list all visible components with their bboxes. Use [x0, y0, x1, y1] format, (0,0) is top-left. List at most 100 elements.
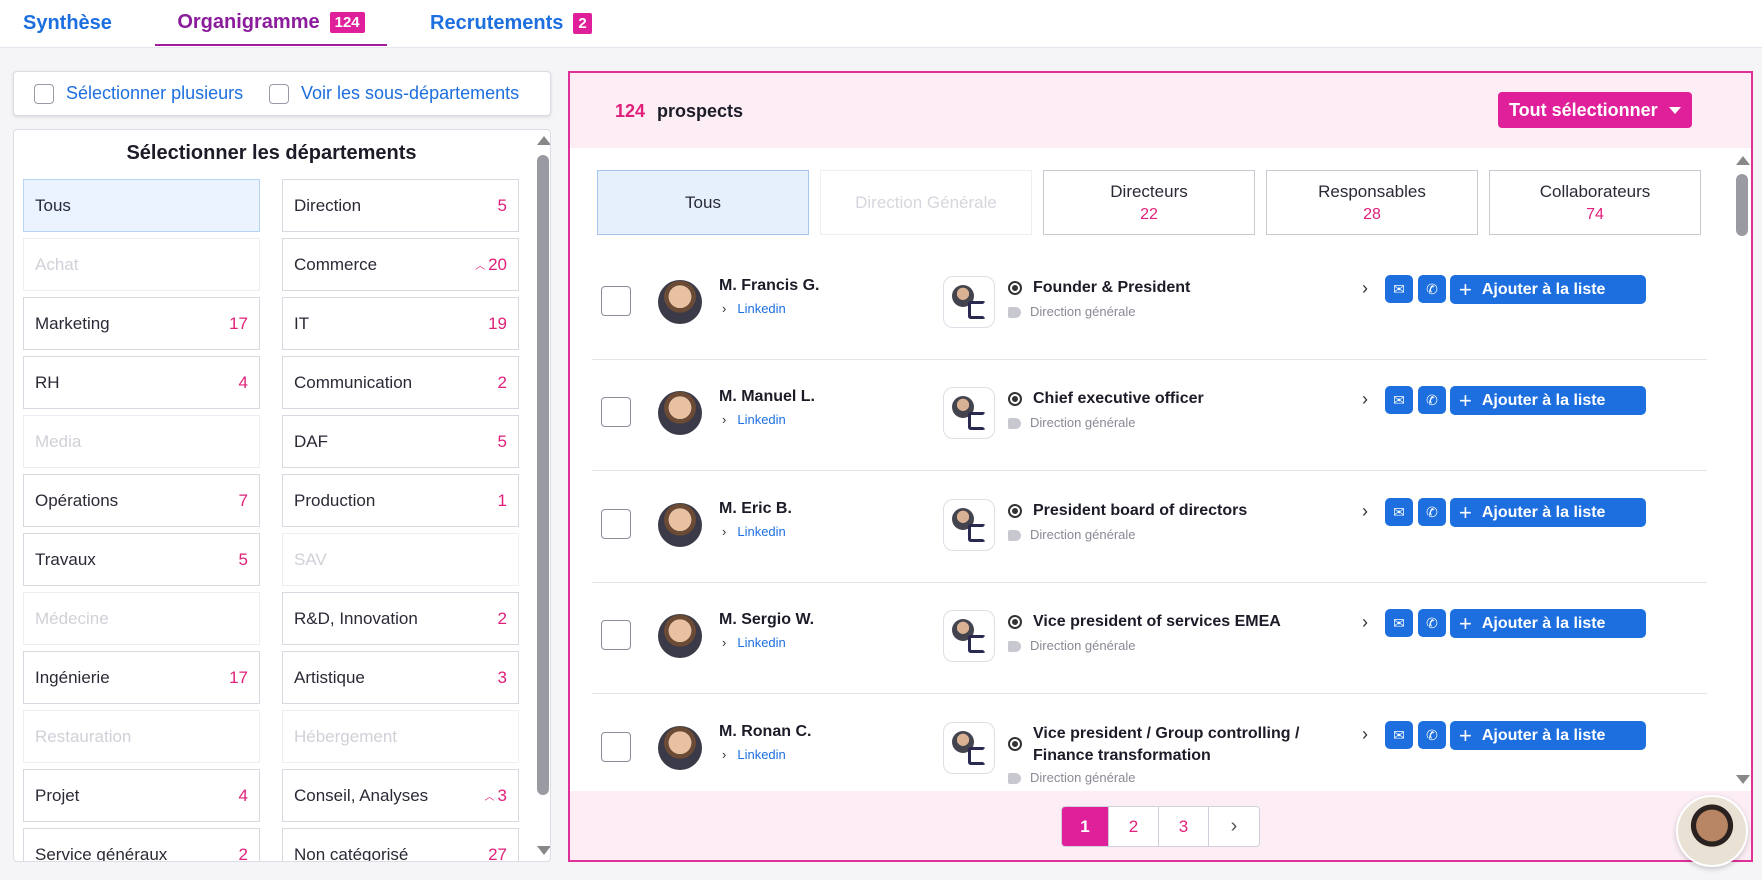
select-multiple-label: Sélectionner plusieurs: [66, 83, 244, 103]
scroll-up-arrow-icon[interactable]: [537, 136, 550, 145]
department-communication[interactable]: Communication 2: [282, 356, 519, 409]
page-1-button[interactable]: 1: [1062, 807, 1109, 846]
department-count: 2: [497, 372, 507, 392]
add-to-list-label: Ajouter à la liste: [1481, 614, 1606, 632]
scroll-up-arrow-icon[interactable]: [1736, 156, 1750, 165]
row-checkbox[interactable]: [601, 286, 631, 316]
linkedin-link[interactable]: › Linkedin: [722, 412, 786, 427]
row-expand-chevron-icon[interactable]: ›: [1362, 389, 1368, 410]
show-subdepartments-checkbox[interactable]: [269, 83, 289, 104]
email-button[interactable]: ✉: [1385, 609, 1413, 637]
department-projet[interactable]: Projet 4: [23, 769, 260, 822]
next-page-chevron-icon[interactable]: ›: [1209, 807, 1259, 846]
scroll-down-arrow-icon[interactable]: [1736, 775, 1750, 784]
select-all-label: Tout sélectionner: [1509, 99, 1658, 120]
scroll-thumb[interactable]: [537, 155, 549, 795]
email-button[interactable]: ✉: [1385, 721, 1413, 749]
tag-icon: [1008, 307, 1021, 318]
tab-synthese[interactable]: Synthèse: [23, 0, 112, 47]
department-count: 20: [488, 254, 507, 274]
row-expand-chevron-icon[interactable]: ›: [1362, 278, 1368, 299]
prospects-scrollbar[interactable]: [1733, 148, 1751, 791]
page-3-button[interactable]: 3: [1159, 807, 1209, 846]
department-daf[interactable]: DAF 5: [282, 415, 519, 468]
select-all-dropdown-button[interactable]: Tout sélectionner: [1498, 92, 1692, 128]
phone-button[interactable]: ✆: [1418, 721, 1446, 749]
row-expand-chevron-icon[interactable]: ›: [1362, 612, 1368, 633]
prospect-row: M. Francis G. › Linkedin Founder & Presid…: [592, 249, 1707, 360]
add-to-list-label: Ajouter à la liste: [1481, 503, 1606, 521]
department-travaux[interactable]: Travaux 5: [23, 533, 260, 586]
prospects-count-label: prospects: [657, 101, 744, 121]
filter-tous[interactable]: Tous: [597, 170, 809, 235]
email-button[interactable]: ✉: [1385, 498, 1413, 526]
email-button[interactable]: ✉: [1385, 275, 1413, 303]
caret-down-icon: [1669, 107, 1681, 114]
scroll-thumb[interactable]: [1736, 174, 1748, 236]
department-tous[interactable]: Tous: [23, 179, 260, 232]
plus-icon: +: [1459, 499, 1472, 525]
mail-icon: ✉: [1393, 391, 1405, 408]
expand-up-icon[interactable]: ︿: [475, 257, 485, 272]
chevron-right-icon: ›: [722, 524, 727, 539]
add-to-list-button[interactable]: + Ajouter à la liste: [1450, 386, 1646, 415]
phone-button[interactable]: ✆: [1418, 386, 1446, 414]
phone-button[interactable]: ✆: [1418, 609, 1446, 637]
select-multiple-option[interactable]: Sélectionner plusieurs: [34, 72, 243, 115]
department-count: 3: [497, 667, 507, 687]
department-operations[interactable]: Opérations 7: [23, 474, 260, 527]
department-production[interactable]: Production 1: [282, 474, 519, 527]
department-achat: Achat: [23, 238, 260, 291]
departments-scrollbar[interactable]: [534, 130, 550, 861]
department-count: 3: [497, 785, 507, 805]
row-checkbox[interactable]: [601, 620, 631, 650]
page-2-button[interactable]: 2: [1109, 807, 1159, 846]
linkedin-link[interactable]: › Linkedin: [722, 635, 786, 650]
departments-grid: Tous Direction 5 Achat Commerce ︿ 20 Market…: [23, 179, 529, 861]
department-direction[interactable]: Direction 5: [282, 179, 519, 232]
department-marketing[interactable]: Marketing 17: [23, 297, 260, 350]
add-to-list-button[interactable]: + Ajouter à la liste: [1450, 275, 1646, 304]
tab-organigramme[interactable]: Organigramme 124: [155, 0, 387, 46]
filter-collaborateurs[interactable]: Collaborateurs 74: [1489, 170, 1701, 235]
department-rd-innovation[interactable]: R&D, Innovation 2: [282, 592, 519, 645]
department-non-categorise[interactable]: Non catégorisé 27: [282, 828, 519, 861]
prospect-name: M. Ronan C.: [719, 723, 812, 740]
row-expand-chevron-icon[interactable]: ›: [1362, 501, 1368, 522]
add-to-list-button[interactable]: + Ajouter à la liste: [1450, 609, 1646, 638]
department-conseil-analyses[interactable]: Conseil, Analyses ︿ 3: [282, 769, 519, 822]
add-to-list-button[interactable]: + Ajouter à la liste: [1450, 721, 1646, 750]
department-rh[interactable]: RH 4: [23, 356, 260, 409]
show-subdepartments-option[interactable]: Voir les sous-départements: [269, 72, 519, 115]
prospect-department: Direction générale: [1030, 770, 1136, 785]
department-commerce[interactable]: Commerce ︿ 20: [282, 238, 519, 291]
department-it[interactable]: IT 19: [282, 297, 519, 350]
linkedin-link[interactable]: › Linkedin: [722, 524, 786, 539]
mail-icon: ✉: [1393, 503, 1405, 520]
phone-button[interactable]: ✆: [1418, 275, 1446, 303]
department-label: Media: [35, 431, 82, 451]
department-service-generaux[interactable]: Service généraux 2: [23, 828, 260, 861]
mail-icon: ✉: [1393, 280, 1405, 297]
select-multiple-checkbox[interactable]: [34, 83, 54, 104]
target-icon: [1008, 504, 1022, 518]
department-artistique[interactable]: Artistique 3: [282, 651, 519, 704]
prospect-title: Chief executive officer: [1033, 390, 1204, 407]
email-button[interactable]: ✉: [1385, 386, 1413, 414]
row-checkbox[interactable]: [601, 397, 631, 427]
linkedin-link[interactable]: › Linkedin: [722, 747, 786, 762]
linkedin-link[interactable]: › Linkedin: [722, 301, 786, 316]
filter-direction-generale: Direction Générale: [820, 170, 1032, 235]
filter-directeurs[interactable]: Directeurs 22: [1043, 170, 1255, 235]
expand-up-icon[interactable]: ︿: [485, 788, 495, 803]
row-expand-chevron-icon[interactable]: ›: [1362, 724, 1368, 745]
row-checkbox[interactable]: [601, 732, 631, 762]
row-checkbox[interactable]: [601, 509, 631, 539]
phone-button[interactable]: ✆: [1418, 498, 1446, 526]
scroll-down-arrow-icon[interactable]: [537, 846, 550, 855]
filter-responsables[interactable]: Responsables 28: [1266, 170, 1478, 235]
tab-recrutements[interactable]: Recrutements 2: [430, 0, 592, 47]
add-to-list-button[interactable]: + Ajouter à la liste: [1450, 498, 1646, 527]
department-ingenierie[interactable]: Ingénierie 17: [23, 651, 260, 704]
support-chat-avatar[interactable]: [1676, 795, 1748, 867]
